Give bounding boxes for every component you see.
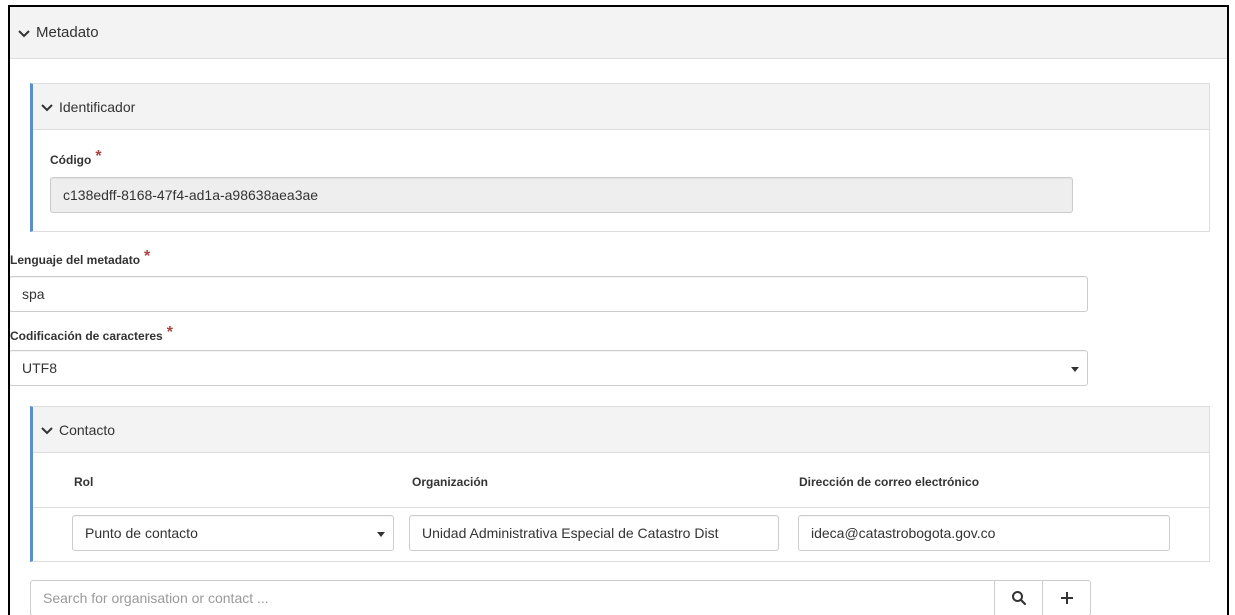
col-organizacion: Organización [412,475,489,489]
metadato-section-header[interactable]: Metadato [10,7,1227,59]
contacto-title: Contacto [59,421,116,438]
organizacion-input[interactable]: Unidad Administrativa Especial de Catast… [409,515,779,551]
chevron-down-icon[interactable] [16,25,32,41]
required-marker: * [95,148,102,165]
metadato-title: Metadato [36,24,99,41]
required-marker: * [144,248,151,265]
chevron-down-icon[interactable] [39,99,55,115]
codificacion-value: UTF8 [22,360,57,376]
codigo-label-text: Código [50,153,92,167]
chevron-down-icon[interactable] [39,422,55,438]
contacto-header[interactable]: Contacto [33,407,1209,453]
plus-icon [1059,590,1075,606]
lenguaje-label: Lenguaje del metadato * [10,248,151,269]
identificador-panel: Identificador Código * c138edff-8168-47f4… [30,83,1210,232]
rol-select[interactable]: Punto de contacto [72,515,394,551]
lenguaje-input[interactable]: spa [10,276,1088,312]
search-icon [1011,590,1027,606]
codificacion-select[interactable]: UTF8 [10,350,1088,386]
col-rol: Rol [74,475,94,489]
codigo-field[interactable]: c138edff-8168-47f4-ad1a-a98638aea3ae [50,177,1073,213]
identificador-header[interactable]: Identificador [33,84,1209,130]
identificador-title: Identificador [59,98,136,115]
contact-search-input[interactable]: Search for organisation or contact ... [30,580,995,615]
row-divider [33,507,1209,508]
lenguaje-label-text: Lenguaje del metadato [10,253,141,267]
codigo-label: Código * [50,148,102,169]
caret-down-icon [1071,367,1079,372]
required-marker: * [166,324,173,341]
email-input[interactable]: ideca@catastrobogota.gov.co [798,515,1170,551]
col-email: Dirección de correo electrónico [799,475,980,489]
add-contact-button[interactable] [1043,580,1091,615]
codificacion-label: Codificación de caracteres * [10,324,173,345]
rol-value: Punto de contacto [85,525,198,541]
metadata-editor-frame: Metadato Identificador Código * c138edff-… [8,5,1229,615]
search-button[interactable] [995,580,1043,615]
contacto-panel: Contacto Rol Organización Dirección de c… [30,406,1210,562]
contact-search: Search for organisation or contact ... [30,580,1091,615]
caret-down-icon [377,532,385,537]
codificacion-label-text: Codificación de caracteres [10,329,163,343]
